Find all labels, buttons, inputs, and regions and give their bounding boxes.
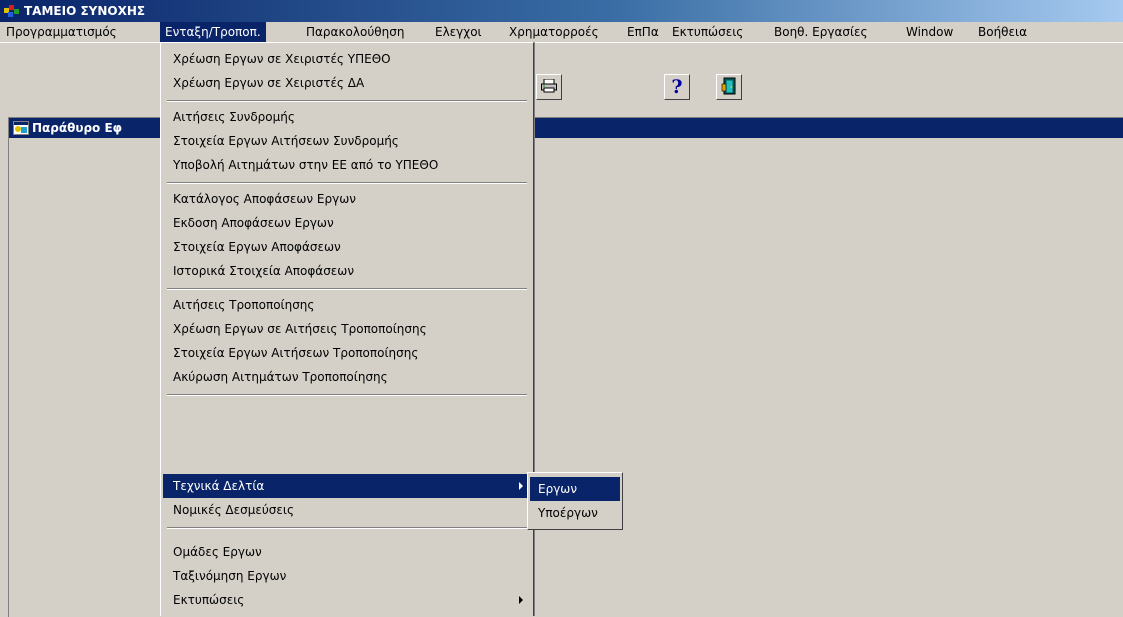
menu-item-nomikes-desmefseis[interactable]: Νομικές Δεσμεύσεις [163, 498, 531, 522]
menu-item-technika-deltia[interactable]: Τεχνικά Δελτία [163, 474, 531, 498]
menu-separator [167, 288, 527, 290]
menu-item-ektyposeis[interactable]: Εκτυπώσεις [163, 588, 531, 612]
menu-item-label: Τεχνικά Δελτία [173, 479, 265, 493]
menu-elegxoi[interactable]: Ελεγχοι [430, 22, 487, 42]
menu-entaxi-tropop[interactable]: Ενταξη/Τροποπ. [160, 22, 266, 42]
menu-item-katalogos-apofaseon[interactable]: Κατάλογος Αποφάσεων Εργων [163, 187, 531, 211]
help-icon: ? [671, 76, 683, 98]
menu-item-ekdosi-apofaseon[interactable]: Εκδοση Αποφάσεων Εργων [163, 211, 531, 235]
menu-eppa[interactable]: ΕπΠα [622, 22, 664, 42]
submenu-arrow-icon [519, 596, 523, 604]
menu-item-istorika-apofaseon[interactable]: Ιστορικά Στοιχεία Αποφάσεων [163, 259, 531, 283]
menu-item-xreosi-tropopoiisis[interactable]: Χρέωση Εργων σε Αιτήσεις Τροποποίησης [163, 317, 531, 341]
menu-item-xreosi-ypetho[interactable]: Χρέωση Εργων σε Χειριστές ΥΠΕΘΟ [163, 47, 531, 71]
menu-item-aitiseis-tropopoiisis[interactable]: Αιτήσεις Τροποποίησης [163, 293, 531, 317]
window-app-icon [13, 121, 29, 135]
menu-bar: Προγραμματισμός Ενταξη/Τροποπ. Παρακολού… [0, 22, 1123, 42]
menu-voitheia[interactable]: Βοήθεια [973, 22, 1032, 42]
exit-button[interactable] [716, 74, 742, 100]
printer-icon [541, 78, 557, 96]
app-icon [4, 4, 20, 18]
menu-item-akyrosi-tropopoiisis[interactable]: Ακύρωση Αιτημάτων Τροποποίησης [163, 365, 531, 389]
mdi-title: Παράθυρο Εφ [32, 121, 123, 135]
menu-item-omades-ergon[interactable]: Ομάδες Εργων [163, 540, 531, 564]
menu-parakolouthisi[interactable]: Παρακολούθηση [301, 22, 409, 42]
menu-separator [167, 527, 527, 529]
menu-item-stoixeia-aitiseon-syndromis[interactable]: Στοιχεία Εργων Αιτήσεων Συνδρομής [163, 129, 531, 153]
menu-separator [167, 100, 527, 102]
help-button[interactable]: ? [664, 74, 690, 100]
menu-voith-ergasies[interactable]: Βοηθ. Εργασίες [769, 22, 873, 42]
exit-door-icon [720, 77, 738, 98]
app-title: ΤΑΜΕΙΟ ΣΥΝΟΧΗΣ [24, 4, 146, 18]
menu-separator [167, 182, 527, 184]
menu-item-taxinomisi-ergon[interactable]: Ταξινόμηση Εργων [163, 564, 531, 588]
menu-xrimatorroes[interactable]: Χρηματορροές [504, 22, 604, 42]
submenu-item-ypoergon[interactable]: Υποέργων [530, 501, 620, 525]
app-title-bar: ΤΑΜΕΙΟ ΣΥΝΟΧΗΣ [0, 0, 1123, 22]
menu-programmatismos[interactable]: Προγραμματισμός [1, 22, 122, 42]
menu-window[interactable]: Window [901, 22, 958, 42]
menu-ektyposeis[interactable]: Εκτυπώσεις [667, 22, 748, 42]
submenu-technika-deltia: Εργων Υποέργων [527, 472, 623, 530]
menu-item-stoixeia-tropopoiisis[interactable]: Στοιχεία Εργων Αιτήσεων Τροποποίησης [163, 341, 531, 365]
submenu-item-ergon[interactable]: Εργων [530, 477, 620, 501]
menu-separator [167, 394, 527, 396]
menu-item-ypovoli-aitimaton[interactable]: Υποβολή Αιτημάτων στην ΕΕ από το ΥΠΕΘΟ [163, 153, 531, 177]
menu-item-stoixeia-apofaseon[interactable]: Στοιχεία Εργων Αποφάσεων [163, 235, 531, 259]
menu-item-aitiseis-syndromis[interactable]: Αιτήσεις Συνδρομής [163, 105, 531, 129]
menu-item-label: Εκτυπώσεις [173, 593, 245, 607]
print-button[interactable] [536, 74, 562, 100]
submenu-arrow-icon [519, 482, 523, 490]
dropdown-entaxi-tropop: Χρέωση Εργων σε Χειριστές ΥΠΕΘΟ Χρέωση Ε… [160, 42, 534, 616]
menu-item-xreosi-da[interactable]: Χρέωση Εργων σε Χειριστές ΔΑ [163, 71, 531, 95]
